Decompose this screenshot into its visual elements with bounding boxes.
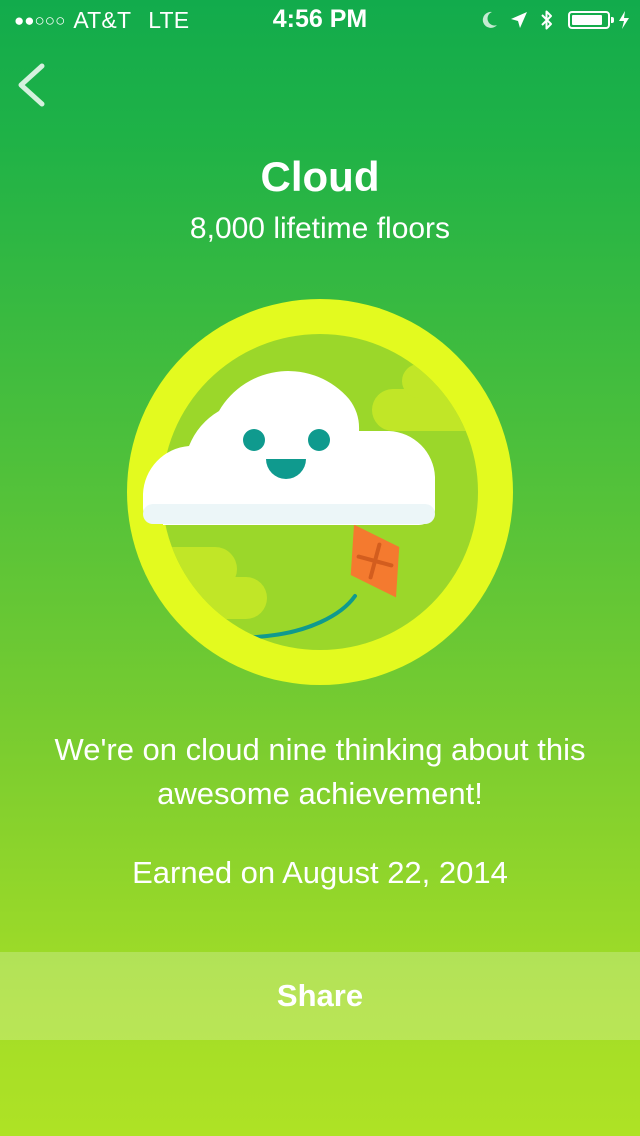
battery-icon [568, 11, 614, 29]
battery-tip [611, 17, 614, 23]
badge-illustration [127, 299, 513, 685]
badge-description: We're on cloud nine thinking about this … [54, 732, 586, 811]
cloud-left-eye [243, 429, 265, 451]
share-button[interactable]: Share [0, 952, 640, 1040]
chevron-left-icon [18, 63, 45, 107]
bluetooth-icon [541, 10, 552, 30]
status-right [470, 8, 630, 32]
back-button[interactable] [8, 58, 60, 112]
moon-icon [482, 11, 497, 28]
battery-fill [572, 15, 603, 25]
cloud-right-eye [308, 429, 330, 451]
charging-bolt-icon [619, 11, 629, 29]
location-arrow-icon [511, 12, 527, 28]
badge-subtitle: 8,000 lifetime floors [189, 212, 451, 245]
share-label: Share [276, 978, 364, 1013]
earned-date: Earned on August 22, 2014 [132, 855, 508, 890]
status-bar: ●●○○○ AT&T LTE 4:56 PM [0, 0, 640, 40]
badge-title: Cloud [260, 153, 380, 200]
